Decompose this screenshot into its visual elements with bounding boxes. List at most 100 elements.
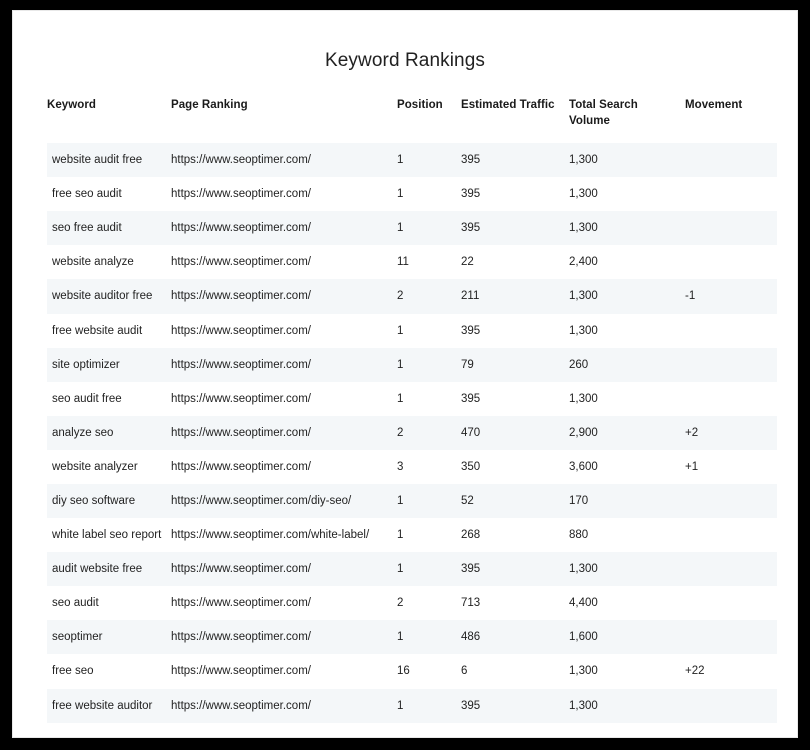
cell-traffic: 79 <box>461 347 569 382</box>
keyword-rankings-table: Keyword Page Ranking Position Estimated Tra… <box>47 98 777 723</box>
cell-traffic: 395 <box>461 177 569 212</box>
cell-traffic: 268 <box>461 518 569 553</box>
cell-url[interactable]: https://www.seoptimer.com/ <box>171 211 397 246</box>
cell-url[interactable]: https://www.seoptimer.com/ <box>171 245 397 280</box>
cell-volume: 1,300 <box>569 313 685 348</box>
cell-position: 2 <box>397 279 461 314</box>
cell-traffic: 395 <box>461 688 569 723</box>
column-header-position: Position <box>397 99 443 111</box>
cell-traffic: 395 <box>461 381 569 416</box>
cell-traffic: 6 <box>461 654 569 689</box>
cell-movement <box>685 211 777 246</box>
cell-traffic: 22 <box>461 245 569 280</box>
cell-keyword: audit website free <box>47 552 171 587</box>
cell-url[interactable]: https://www.seoptimer.com/ <box>171 688 397 723</box>
cell-position: 1 <box>397 688 461 723</box>
cell-position: 1 <box>397 347 461 382</box>
cell-url[interactable]: https://www.seoptimer.com/ <box>171 552 397 587</box>
cell-movement <box>685 313 777 348</box>
cell-traffic: 395 <box>461 211 569 246</box>
cell-url[interactable]: https://www.seoptimer.com/ <box>171 586 397 621</box>
table-body: website audit free https://www.seoptimer.… <box>47 143 777 723</box>
cell-url[interactable]: https://www.seoptimer.com/ <box>171 347 397 382</box>
cell-traffic: 486 <box>461 620 569 655</box>
table-row: website auditor free https://www.seoptime… <box>47 279 777 314</box>
cell-keyword: diy seo software <box>47 483 171 519</box>
cell-position: 1 <box>397 313 461 348</box>
column-header-volume: Total Search Volume <box>569 99 638 127</box>
table-row: diy seo software https://www.seoptimer.co… <box>47 483 777 519</box>
cell-volume: 1,300 <box>569 381 685 416</box>
cell-url[interactable]: https://www.seoptimer.com/ <box>171 415 397 450</box>
cell-movement <box>685 552 777 587</box>
cell-movement <box>685 586 777 621</box>
cell-url[interactable]: https://www.seoptimer.com/ <box>171 620 397 655</box>
table-row: white label seo report https://www.seopti… <box>47 518 777 553</box>
cell-movement <box>685 620 777 655</box>
cell-volume: 1,300 <box>569 177 685 212</box>
cell-keyword: seo audit free <box>47 381 171 416</box>
cell-movement <box>685 347 777 382</box>
cell-keyword: free seo <box>47 654 171 689</box>
cell-url[interactable]: https://www.seoptimer.com/ <box>171 313 397 348</box>
cell-url[interactable]: https://www.seoptimer.com/ <box>171 143 397 178</box>
cell-url[interactable]: https://www.seoptimer.com/ <box>171 177 397 212</box>
table-row: seo audit https://www.seoptimer.com/2 713 4… <box>47 586 777 621</box>
cell-movement <box>685 483 777 519</box>
cell-url[interactable]: https://www.seoptimer.com/white-label/ <box>171 518 397 553</box>
cell-keyword: free website audit <box>47 313 171 348</box>
cell-movement <box>685 177 777 212</box>
cell-volume: 1,300 <box>569 143 685 178</box>
cell-movement <box>685 518 777 553</box>
cell-movement <box>685 245 777 280</box>
cell-movement: -1 <box>685 279 777 314</box>
cell-traffic: 211 <box>461 279 569 314</box>
table-row: website audit free https://www.seoptimer.… <box>47 143 777 178</box>
screenshot-frame: Keyword Rankings Keyword Page Ranking Posi… <box>0 0 810 750</box>
cell-url[interactable]: https://www.seoptimer.com/ <box>171 279 397 314</box>
cell-keyword: website analyzer <box>47 449 171 484</box>
cell-traffic: 395 <box>461 143 569 178</box>
table-row: audit website free https://www.seoptimer.… <box>47 552 777 587</box>
cell-movement <box>685 381 777 416</box>
table-row: seoptimer https://www.seoptimer.com/1 486 1… <box>47 620 777 655</box>
report-card: Keyword Rankings Keyword Page Ranking Posi… <box>12 10 798 738</box>
table-row: analyze seo https://www.seoptimer.com/2 47… <box>47 415 777 450</box>
cell-position: 16 <box>397 654 461 689</box>
cell-url[interactable]: https://www.seoptimer.com/ <box>171 449 397 484</box>
cell-keyword: free seo audit <box>47 177 171 212</box>
cell-position: 1 <box>397 381 461 416</box>
table-row: free website audit https://www.seoptimer.… <box>47 313 777 348</box>
cell-url[interactable]: https://www.seoptimer.com/diy-seo/ <box>171 483 397 519</box>
cell-traffic: 52 <box>461 483 569 519</box>
cell-position: 1 <box>397 518 461 553</box>
cell-volume: 4,400 <box>569 586 685 621</box>
cell-traffic: 470 <box>461 415 569 450</box>
cell-volume: 1,300 <box>569 211 685 246</box>
cell-volume: 3,600 <box>569 449 685 484</box>
cell-keyword: seo free audit <box>47 211 171 246</box>
cell-keyword: website analyze <box>47 245 171 280</box>
keyword-rankings-table-container: Keyword Page Ranking Position Estimated Tra… <box>13 98 797 723</box>
cell-volume: 2,900 <box>569 415 685 450</box>
cell-url[interactable]: https://www.seoptimer.com/ <box>171 381 397 416</box>
cell-position: 1 <box>397 552 461 587</box>
cell-url[interactable]: https://www.seoptimer.com/ <box>171 654 397 689</box>
cell-keyword: free website auditor <box>47 688 171 723</box>
cell-traffic: 395 <box>461 313 569 348</box>
table-row: website analyze https://www.seoptimer.com… <box>47 245 777 280</box>
column-header-movement: Movement <box>685 99 743 111</box>
cell-position: 2 <box>397 415 461 450</box>
cell-position: 2 <box>397 586 461 621</box>
table-row: seo free audit https://www.seoptimer.com/… <box>47 211 777 246</box>
cell-keyword: site optimizer <box>47 347 171 382</box>
cell-keyword: website audit free <box>47 143 171 178</box>
cell-traffic: 395 <box>461 552 569 587</box>
page-title: Keyword Rankings <box>324 50 485 71</box>
cell-position: 1 <box>397 177 461 212</box>
cell-keyword: website auditor free <box>47 279 171 314</box>
table-header: Keyword Page Ranking Position Estimated Tra… <box>47 98 777 143</box>
cell-traffic: 350 <box>461 449 569 484</box>
cell-position: 11 <box>397 245 461 280</box>
cell-position: 1 <box>397 211 461 246</box>
